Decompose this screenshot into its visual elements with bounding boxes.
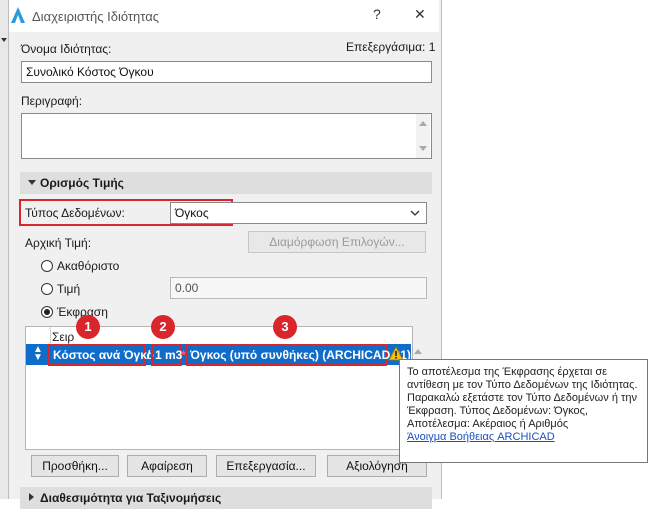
expression-part-2[interactable]: 1 m3 [155,348,182,362]
data-type-label: Τύπος Δεδομένων: [25,206,125,220]
radio-expression[interactable] [41,306,53,318]
annotation-badge-3: 3 [273,315,297,339]
archicad-app-icon [11,7,25,23]
remove-button[interactable]: Αφαίρεση [127,455,207,477]
annotation-badge-1: 1 [76,315,100,339]
add-button[interactable]: Προσθήκη... [31,455,119,477]
open-help-link[interactable]: Άνοιγμα Βοήθειας ARCHICAD [407,431,640,444]
row-sort-handle-icon[interactable]: ▲ ▼ [33,345,43,363]
radio-value[interactable] [41,283,53,295]
description-textarea[interactable] [21,113,432,159]
expression-part-1[interactable]: Κόστος ανά Όγκο [53,348,154,362]
expression-part-3[interactable]: Όγκος (υπό συνθήκες) (ARCHICAD 21) [190,348,411,362]
edit-button[interactable]: Επεξεργασία... [216,455,316,477]
expression-operator-multiply: * [181,348,186,362]
annotation-badge-2: 2 [151,315,175,339]
initial-value-label: Αρχική Τιμή: [25,236,92,250]
warning-tooltip: Το αποτέλεσμα της Έκφρασης έρχεται σε αν… [399,359,648,463]
value-definition-section-header[interactable]: Ορισμός Τιμής [20,172,432,194]
collapse-arrow-icon[interactable] [1,38,7,42]
column-divider [50,327,51,345]
expression-operator-divide: / [147,348,151,362]
data-type-select[interactable]: Όγκος [170,202,427,224]
description-scrollbar[interactable] [416,114,430,158]
property-name-label: Όνομα Ιδιότητας: [21,42,112,56]
section-collapsed-icon [29,493,38,501]
chevron-down-icon [410,210,420,216]
close-icon[interactable]: ✕ [414,6,426,23]
column-header-order: Σειρ [52,330,75,344]
window-title: Διαχειριστής Ιδιότητας [32,9,160,24]
scroll-down-icon[interactable] [419,146,427,151]
availability-section-header[interactable]: Διαθεσιμότητα για Ταξινομήσεις [20,487,432,509]
edit-count: Επεξεργάσιμα: 1 [346,40,436,54]
scroll-up-icon[interactable] [419,121,427,126]
tooltip-text: Το αποτέλεσμα της Έκφρασης έρχεται σε αν… [407,366,638,430]
radio-value-label: Τιμή [57,282,81,296]
availability-section-title: Διαθεσιμότητα για Ταξινομήσεις [40,491,222,505]
data-type-value: Όγκος [175,206,209,220]
radio-undefined-label: Ακαθόριστο [57,259,120,273]
radio-undefined[interactable] [41,260,53,272]
list-scroll-up-icon[interactable] [414,349,422,354]
section-expand-icon [28,180,36,185]
help-icon[interactable]: ? [373,6,381,22]
description-label: Περιγραφή: [21,94,83,108]
section-title: Ορισμός Τιμής [40,176,124,190]
value-input[interactable]: 0.00 [170,277,427,299]
property-name-input[interactable]: Συνολικό Κόστος Όγκου [21,61,432,83]
configure-options-button[interactable]: Διαμόρφωση Επιλογών... [248,231,426,253]
